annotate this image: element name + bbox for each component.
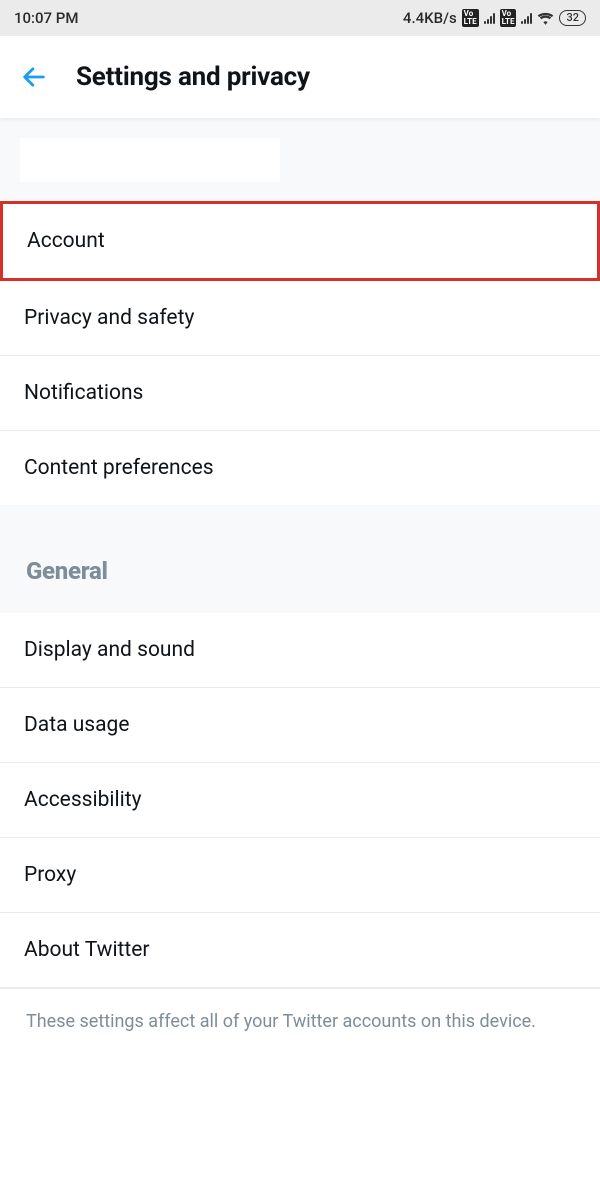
settings-item-about-twitter[interactable]: About Twitter xyxy=(0,913,600,988)
status-right: 4.4KB/s VoLTE VoLTE 32 xyxy=(403,9,586,27)
general-section-header: General xyxy=(0,505,600,613)
status-time: 10:07 PM xyxy=(14,9,78,27)
list-item-label: Account xyxy=(27,229,105,253)
settings-item-proxy[interactable]: Proxy xyxy=(0,838,600,913)
back-button[interactable] xyxy=(20,63,50,91)
signal-bars-icon xyxy=(521,12,532,24)
page-title: Settings and privacy xyxy=(76,62,310,92)
settings-item-accessibility[interactable]: Accessibility xyxy=(0,763,600,838)
general-footer-note: These settings affect all of your Twitte… xyxy=(0,988,600,1059)
settings-item-privacy-safety[interactable]: Privacy and safety xyxy=(0,281,600,356)
list-item-label: Display and sound xyxy=(24,638,195,662)
list-item-label: Proxy xyxy=(24,863,76,887)
list-item-label: About Twitter xyxy=(24,938,150,962)
settings-item-notifications[interactable]: Notifications xyxy=(0,356,600,431)
list-item-label: Notifications xyxy=(24,381,143,405)
signal-bars-icon xyxy=(484,12,495,24)
app-header: Settings and privacy xyxy=(0,36,600,118)
general-section: Display and sound Data usage Accessibili… xyxy=(0,613,600,1059)
volte-icon: VoLTE xyxy=(500,9,517,27)
section-heading: General xyxy=(26,557,574,585)
settings-item-account[interactable]: Account xyxy=(0,201,600,281)
list-item-label: Accessibility xyxy=(24,788,142,812)
settings-item-display-sound[interactable]: Display and sound xyxy=(0,613,600,688)
list-item-label: Content preferences xyxy=(24,456,214,480)
settings-item-content-preferences[interactable]: Content preferences xyxy=(0,431,600,505)
list-item-label: Privacy and safety xyxy=(24,306,194,330)
battery-icon: 32 xyxy=(559,10,586,26)
username-area xyxy=(0,118,600,202)
volte-icon: VoLTE xyxy=(462,9,479,27)
settings-item-data-usage[interactable]: Data usage xyxy=(0,688,600,763)
status-bar: 10:07 PM 4.4KB/s VoLTE VoLTE 32 xyxy=(0,0,600,36)
list-item-label: Data usage xyxy=(24,713,129,737)
account-section: Account Privacy and safety Notifications… xyxy=(0,201,600,505)
data-speed: 4.4KB/s xyxy=(403,9,457,27)
username-placeholder xyxy=(20,138,280,182)
wifi-icon xyxy=(537,12,554,25)
